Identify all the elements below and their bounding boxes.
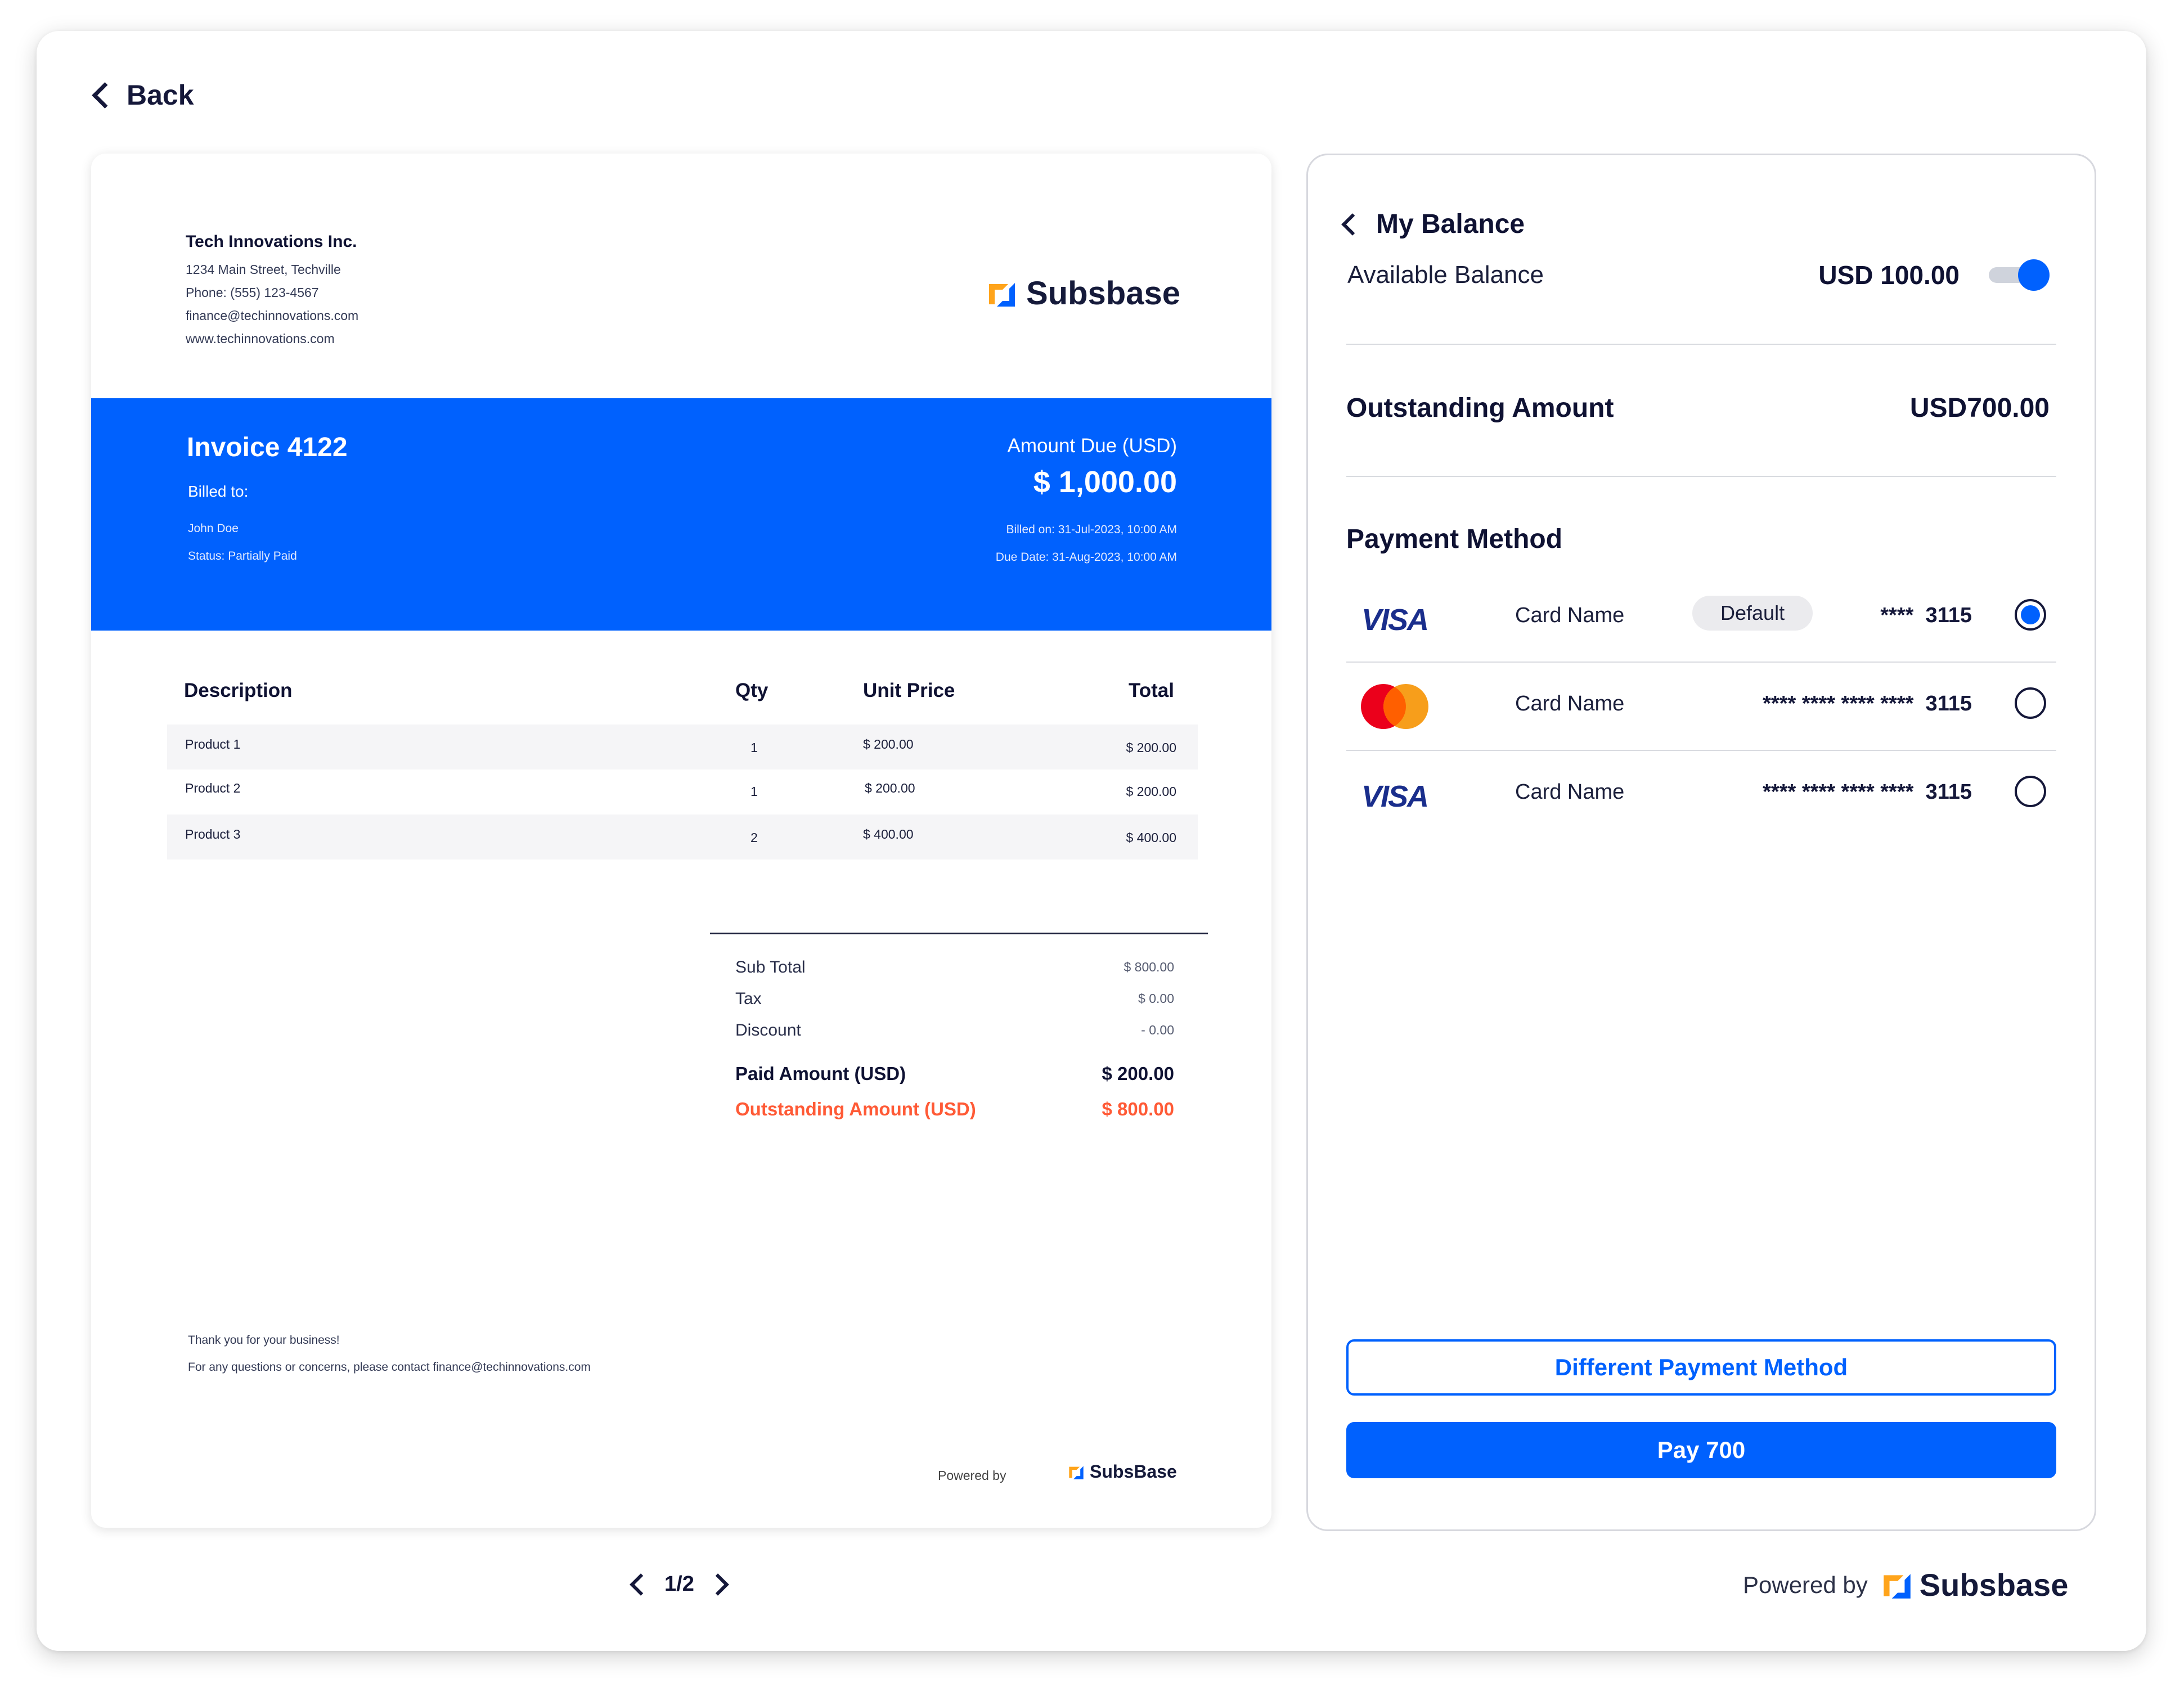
powered-by-logo: SubsBase	[1067, 1461, 1177, 1482]
outstanding-label: Outstanding Amount	[1346, 393, 1614, 423]
back-label: Back	[127, 79, 194, 111]
brand-name: Subsbase	[1026, 275, 1180, 312]
amount-due-value: $ 1,000.00	[1033, 465, 1177, 499]
thank-you-note: Thank you for your business!	[188, 1334, 340, 1347]
due-date: Due Date: 31-Aug-2023, 10:00 AM	[995, 551, 1177, 564]
outstanding-amount-value: $ 800.00	[1102, 1099, 1174, 1119]
payment-panel: My Balance Available Balance USD 100.00 …	[1306, 154, 2096, 1531]
footer-brand-logo: Subsbase	[1880, 1567, 2069, 1603]
discount-label: Discount	[735, 1021, 801, 1040]
row-total: $ 400.00	[1126, 830, 1176, 845]
available-balance-label: Available Balance	[1347, 261, 1544, 289]
tax-label: Tax	[735, 989, 762, 1008]
header-total: Total	[1128, 680, 1174, 701]
divider	[1346, 344, 2056, 345]
payment-radio[interactable]	[2015, 687, 2046, 719]
outstanding-amount-label: Outstanding Amount (USD)	[735, 1099, 976, 1119]
company-address: 1234 Main Street, Techville	[186, 262, 341, 277]
invoice-status: Status: Partially Paid	[188, 550, 297, 562]
subtotal-value: $ 800.00	[1124, 960, 1174, 974]
amount-due-label: Amount Due (USD)	[1007, 435, 1177, 457]
table-row: Product 3 2 $ 400.00 $ 400.00	[167, 814, 1198, 860]
header-unit-price: Unit Price	[863, 680, 955, 701]
page-indicator: 1/2	[664, 1572, 694, 1596]
header-description: Description	[184, 680, 293, 701]
payment-radio[interactable]	[2015, 776, 2046, 807]
row-unit-price: $ 200.00	[865, 781, 915, 795]
brand-logo: Subsbase	[986, 274, 1180, 312]
row-qty: 1	[751, 784, 758, 799]
payment-method-title: Payment Method	[1346, 524, 1563, 554]
chevron-left-icon	[1341, 213, 1364, 236]
invoice-preview: Tech Innovations Inc. 1234 Main Street, …	[91, 154, 1271, 1528]
available-balance-value: USD 100.00	[1818, 260, 1960, 290]
payment-radio-selected[interactable]	[2015, 599, 2046, 631]
default-badge: Default	[1692, 596, 1813, 631]
invoice-title: Invoice 4122	[187, 433, 348, 462]
row-description: Product 1	[185, 737, 241, 752]
brand-name: Subsbase	[1919, 1567, 2069, 1603]
invoice-header-band: Invoice 4122 Billed to: John Doe Status:…	[91, 398, 1271, 631]
card-name: Card Name	[1515, 604, 1625, 627]
row-description: Product 3	[185, 827, 241, 842]
discount-value: - 0.00	[1141, 1023, 1174, 1037]
payment-method-option[interactable]: VISA Card Name **** **** **** **** 3115	[1346, 751, 2056, 838]
back-button[interactable]: Back	[92, 79, 194, 111]
company-phone: Phone: (555) 123-4567	[186, 285, 319, 300]
page-pager: 1/2	[630, 1572, 729, 1596]
paid-amount-label: Paid Amount (USD)	[735, 1063, 906, 1084]
table-row: Product 1 1 $ 200.00 $ 200.00	[167, 724, 1198, 770]
my-balance-header[interactable]: My Balance	[1341, 209, 1525, 240]
row-unit-price: $ 200.00	[863, 737, 914, 752]
company-name: Tech Innovations Inc.	[186, 232, 357, 251]
use-balance-toggle[interactable]	[1989, 259, 2050, 291]
billed-on: Billed on: 31-Jul-2023, 10:00 AM	[1006, 523, 1177, 536]
billed-to-label: Billed to:	[188, 483, 249, 500]
totals-divider	[710, 933, 1208, 934]
pay-button[interactable]: Pay 700	[1346, 1422, 2056, 1478]
paid-amount-value: $ 200.00	[1102, 1063, 1174, 1084]
row-total: $ 200.00	[1126, 784, 1176, 799]
customer-name: John Doe	[188, 522, 239, 535]
company-email: finance@techinnovations.com	[186, 308, 359, 323]
contact-note: For any questions or concerns, please co…	[188, 1361, 591, 1374]
subtotal-label: Sub Total	[735, 958, 806, 976]
next-page-button[interactable]	[707, 1573, 729, 1596]
subsbase-logo-icon	[1884, 1573, 1911, 1599]
table-row: Product 2 1 $ 200.00 $ 200.00	[167, 770, 1198, 814]
different-payment-method-button[interactable]: Different Payment Method	[1346, 1339, 2056, 1396]
my-balance-title: My Balance	[1376, 209, 1525, 239]
powered-by-label: Powered by	[1743, 1571, 1868, 1598]
card-name: Card Name	[1515, 692, 1625, 716]
brand-name-small: SubsBase	[1090, 1461, 1177, 1482]
powered-by-footer: Powered by Subsbase	[1743, 1567, 2068, 1603]
card-name: Card Name	[1515, 780, 1625, 804]
subsbase-logo-icon	[989, 282, 1015, 307]
payment-method-option[interactable]: Card Name **** **** **** **** 3115	[1346, 663, 2056, 750]
powered-by-label: Powered by	[938, 1468, 1006, 1483]
chevron-left-icon	[92, 82, 118, 109]
divider	[1346, 476, 2056, 477]
row-unit-price: $ 400.00	[863, 827, 914, 842]
toggle-knob	[2018, 259, 2050, 291]
tax-value: $ 0.00	[1138, 991, 1174, 1006]
card-number: **** **** **** **** 3115	[1763, 692, 1972, 716]
prev-page-button[interactable]	[630, 1573, 652, 1596]
visa-icon: VISA	[1361, 780, 1429, 813]
outstanding-value: USD700.00	[1909, 393, 2050, 423]
row-description: Product 2	[185, 781, 241, 795]
card-number: **** **** **** **** 3115	[1763, 780, 1972, 804]
payment-method-option[interactable]: VISA Card Name Default **** 3115	[1346, 574, 2056, 662]
subsbase-logo-icon	[1069, 1466, 1084, 1479]
header-qty: Qty	[735, 680, 769, 701]
row-total: $ 200.00	[1126, 740, 1176, 755]
row-qty: 1	[751, 740, 758, 755]
visa-icon: VISA	[1361, 603, 1429, 637]
mastercard-icon	[1361, 684, 1428, 729]
card-number: **** 3115	[1880, 604, 1972, 627]
company-website: www.techinnovations.com	[186, 331, 335, 346]
row-qty: 2	[751, 830, 758, 845]
